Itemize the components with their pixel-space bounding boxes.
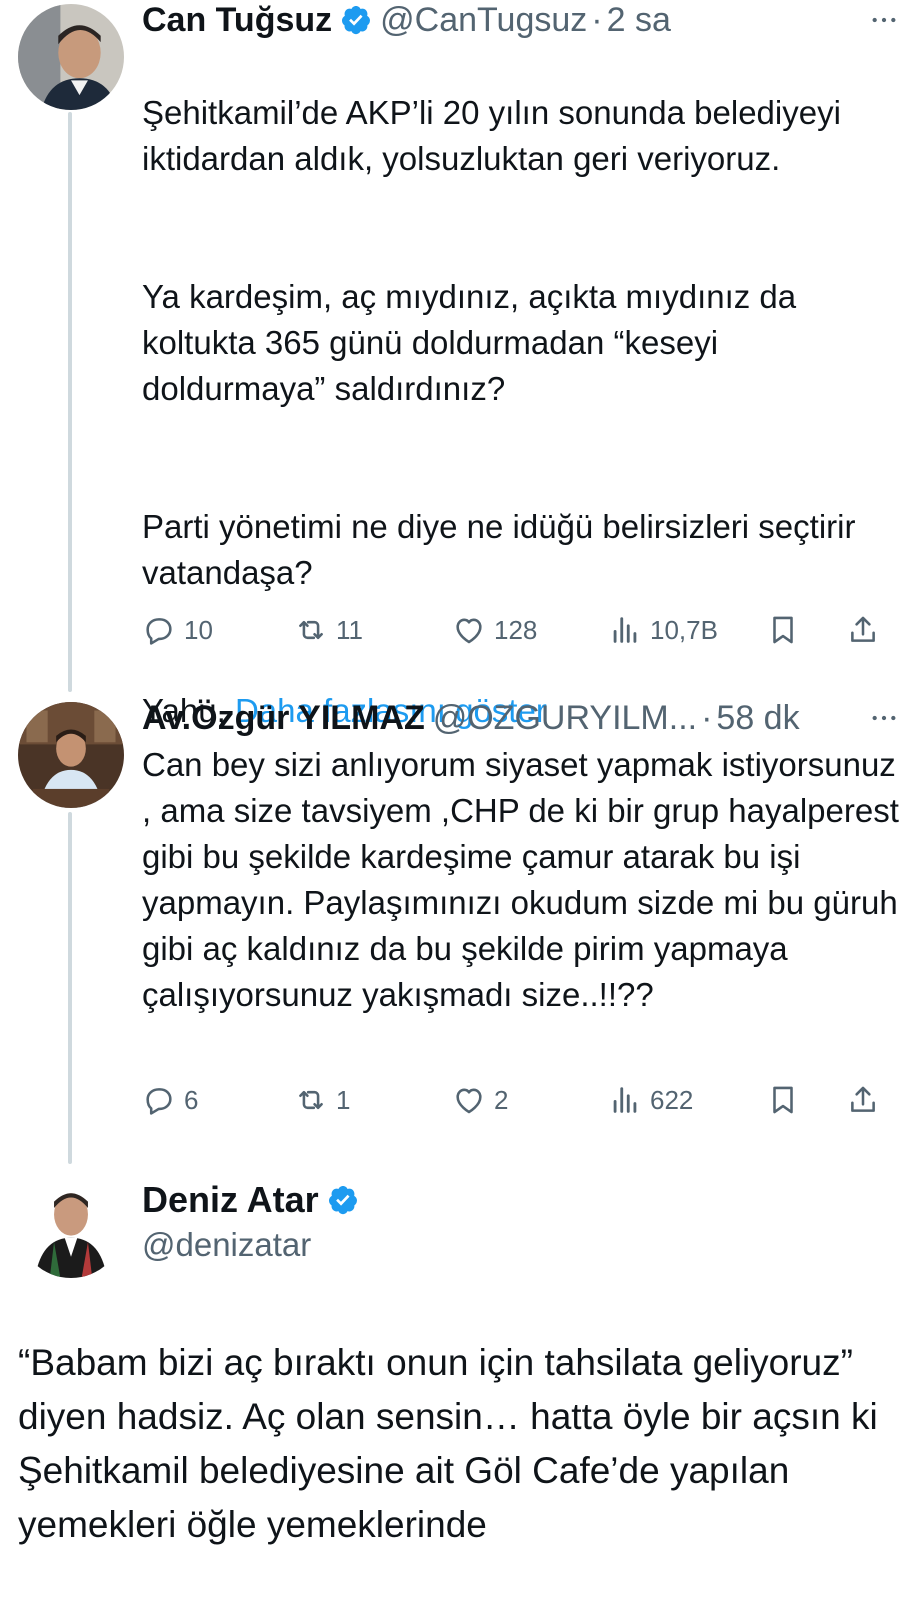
tweet-paragraph: Ya kardeşim, aç mıydınız, açıkta mıydını… [142,278,797,407]
tweet-header: Av.Özgür YILMAZ @OZGURYILM... · 58 dk [142,698,904,738]
more-icon [872,17,896,23]
avatar-ozgur-yilmaz[interactable] [18,702,124,808]
reply-icon [146,618,172,645]
separator-dot: · [701,698,713,737]
tweet-text: Şehitkamil’de AKP’li 20 yılın sonunda be… [142,44,904,780]
avatar-image [18,702,124,808]
avatar-image [18,4,124,110]
reply-count: 6 [184,1084,199,1115]
tweet-paragraph: Parti yönetimi ne diye ne idüğü belirsiz… [142,508,856,591]
avatar-can-tugsuz[interactable] [18,4,124,110]
main-author-name[interactable]: Deniz Atar [142,1180,319,1220]
main-tweet-text: “Babam bizi aç bıraktı onun için tahsila… [18,1342,878,1545]
avatar-image [18,1172,124,1278]
views-icon [613,617,637,643]
tweet-time[interactable]: 2 sa [607,1,671,40]
more-button[interactable] [864,698,904,738]
reply-button[interactable]: 6 [142,1080,198,1120]
views-button[interactable]: 10,7B [608,610,718,650]
retweet-button[interactable]: 1 [294,1080,350,1120]
views-count: 10,7B [650,614,718,645]
reply-button[interactable]: 10 [142,610,213,650]
bookmark-button[interactable] [766,610,800,650]
bookmark-icon [773,616,793,644]
thread-line [68,812,72,1164]
views-button[interactable]: 622 [608,1080,693,1120]
like-icon [456,618,482,644]
more-icon [872,715,896,721]
like-button[interactable]: 128 [452,610,537,650]
tweet-actions: 6 1 2 622 [142,1080,904,1120]
author-handle[interactable]: @CanTugsuz [380,1,587,40]
reply-icon [146,1088,172,1115]
share-button[interactable] [846,610,880,650]
retweet-button[interactable]: 11 [294,610,363,650]
reply-count: 10 [184,614,213,645]
retweet-count: 11 [336,614,363,645]
tweet-can-tugsuz[interactable]: Can Tuğsuz @CanTugsuz · 2 sa Şehitkamil’… [142,0,904,780]
author-handle[interactable]: @OZGURYILM... [433,699,697,738]
like-count: 2 [494,1084,509,1115]
bookmark-icon [773,1086,793,1114]
verified-badge-icon [342,6,371,35]
like-button[interactable]: 2 [452,1080,508,1120]
tweet-actions: 10 11 128 10,7B [142,610,904,650]
main-tweet-header: Deniz Atar [142,1180,904,1220]
avatar-deniz-atar[interactable] [18,1172,124,1278]
tweet-paragraph: Şehitkamil’de AKP’li 20 yılın sonunda be… [142,94,841,177]
retweet-count: 1 [336,1084,351,1115]
verified-badge-icon [328,1186,357,1215]
retweet-icon [299,1090,323,1110]
main-author-row: Deniz Atar [142,1180,904,1220]
more-button[interactable] [864,0,904,40]
author-name[interactable]: Can Tuğsuz [142,1,332,40]
like-icon [456,1088,482,1114]
views-icon [613,1087,637,1113]
tweet-time[interactable]: 58 dk [716,699,799,738]
retweet-icon [299,620,323,640]
separator-dot: · [591,0,603,39]
like-count: 128 [494,614,538,645]
tweet-text: Can bey sizi anlıyorum siyaset yapmak is… [142,746,899,1013]
bookmark-button[interactable] [766,1080,800,1120]
views-count: 622 [650,1084,694,1115]
main-author-handle[interactable]: @denizatar [142,1226,311,1264]
share-button[interactable] [846,1080,880,1120]
thread-line [68,112,72,692]
share-icon [851,616,875,642]
author-name[interactable]: Av.Özgür YILMAZ [142,699,425,738]
tweet-ozgur-yilmaz[interactable]: Av.Özgür YILMAZ @OZGURYILM... · 58 dk Ca… [142,698,904,1018]
tweet-header: Can Tuğsuz @CanTugsuz · 2 sa [142,0,904,40]
share-icon [851,1086,875,1112]
